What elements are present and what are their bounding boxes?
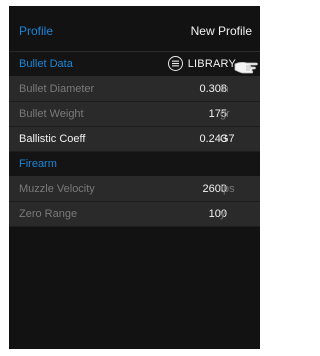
bullet-diameter-label: Bullet Diameter xyxy=(19,83,95,95)
profile-label: Profile xyxy=(19,24,54,38)
profile-value[interactable]: New Profile xyxy=(191,24,252,38)
bullet-weight-label: Bullet Weight xyxy=(19,108,84,120)
muzzle-velocity-row[interactable]: Muzzle Velocity 2600 fps xyxy=(9,177,260,202)
zero-range-row[interactable]: Zero Range 100 y xyxy=(9,202,260,227)
bullet-data-header: Bullet Data LIBRARY xyxy=(9,52,260,77)
pointing-hand-icon xyxy=(234,55,260,75)
profile-row[interactable]: Profile New Profile xyxy=(9,6,260,52)
library-label: LIBRARY xyxy=(187,57,236,70)
bullet-diameter-row[interactable]: Bullet Diameter 0.308 in xyxy=(9,77,260,102)
firearm-title: Firearm xyxy=(19,158,57,170)
firearm-header: Firearm xyxy=(9,152,260,177)
zero-range-unit: y xyxy=(220,208,226,220)
app-screen: Profile New Profile Bullet Data LIBRARY … xyxy=(9,6,260,349)
muzzle-velocity-label: Muzzle Velocity xyxy=(19,183,95,195)
bullet-data-title: Bullet Data xyxy=(19,58,73,70)
bullet-weight-row[interactable]: Bullet Weight 175 gr xyxy=(9,102,260,127)
ballistic-coeff-unit: G7 xyxy=(220,133,235,145)
bullet-diameter-unit: in xyxy=(220,83,229,95)
zero-range-label: Zero Range xyxy=(19,208,78,220)
library-button[interactable]: LIBRARY xyxy=(167,56,236,71)
muzzle-velocity-unit: fps xyxy=(220,183,235,195)
ballistic-coeff-row[interactable]: Ballistic Coeff 0.243 G7 xyxy=(9,127,260,152)
menu-circle-icon xyxy=(167,56,183,71)
bullet-weight-unit: gr xyxy=(220,108,230,120)
ballistic-coeff-label: Ballistic Coeff xyxy=(19,133,86,145)
